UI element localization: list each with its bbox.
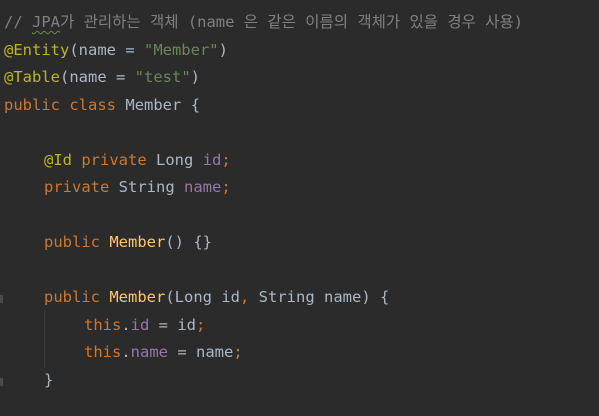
kw-class: class — [69, 96, 117, 114]
assign-semicolon: ; — [196, 316, 206, 334]
table-open: (name = — [60, 68, 135, 86]
code-line-assign-id: this.id = id; — [84, 312, 205, 339]
table-value: "test" — [134, 68, 191, 86]
code-line-name-field: private String name; — [44, 174, 231, 201]
kw-this: this — [84, 316, 122, 334]
table-close: ) — [190, 68, 200, 86]
ctor-param-id: (Long id — [165, 288, 240, 306]
class-open-brace: { — [190, 96, 201, 114]
name-field-name: name — [184, 178, 222, 196]
code-line-assign-name: this.name = name; — [84, 339, 243, 366]
table-annotation: @Table — [4, 68, 60, 86]
indent-guide — [44, 310, 45, 368]
code-editor[interactable]: // JPA가 관리하는 객체 (name 은 같은 이름의 객체가 있을 경우… — [0, 0, 599, 416]
ctor-close-brace: } — [44, 371, 54, 389]
fold-marker[interactable] — [0, 378, 3, 386]
id-annotation: @Id — [44, 151, 72, 169]
dot: . — [121, 316, 131, 334]
ctor-name: Member — [109, 233, 166, 251]
entity-open: (name = — [69, 41, 144, 59]
kw-this: this — [84, 343, 122, 361]
assign-field-name: name — [130, 343, 168, 361]
class-name: Member — [125, 96, 182, 114]
code-line-entity: @Entity(name = "Member") — [4, 37, 228, 64]
assign-semicolon: ; — [233, 343, 243, 361]
ctor-name: Member — [109, 288, 166, 306]
name-type: String — [118, 178, 175, 196]
entity-value: "Member" — [143, 41, 219, 59]
code-line-table: @Table(name = "test") — [4, 64, 200, 91]
entity-annotation: @Entity — [4, 41, 70, 59]
name-semicolon: ; — [221, 178, 231, 196]
kw-public: public — [44, 288, 100, 306]
assign-value-id: = id — [149, 316, 197, 334]
id-type: Long — [156, 151, 194, 169]
fold-marker[interactable] — [0, 295, 3, 303]
id-field-name: id — [202, 151, 222, 169]
comment-jpa: JPA — [32, 13, 60, 31]
code-line-comment: // JPA가 관리하는 객체 (name 은 같은 이름의 객체가 있을 경우… — [4, 9, 523, 36]
kw-private: private — [81, 151, 147, 169]
id-semicolon: ; — [221, 151, 231, 169]
assign-value-name: = name — [168, 343, 234, 361]
code-line-close-ctor: } — [44, 367, 53, 394]
ctor-param-comma: , — [240, 288, 250, 306]
code-line-param-ctor: public Member(Long id, String name) { — [44, 284, 389, 311]
dot: . — [121, 343, 131, 361]
ctor-param-name: String name) { — [249, 288, 390, 306]
ctor-body: () {} — [165, 233, 213, 251]
assign-field-id: id — [130, 316, 150, 334]
code-line-class: public class Member { — [4, 92, 200, 119]
kw-public: public — [4, 96, 60, 114]
comment-slashes: // — [4, 13, 32, 31]
code-line-default-ctor: public Member() {} — [44, 229, 212, 256]
kw-public: public — [44, 233, 100, 251]
comment-text: 가 관리하는 객체 (name 은 같은 이름의 객체가 있을 경우 사용) — [60, 13, 524, 31]
kw-private: private — [44, 178, 110, 196]
code-line-id-field: @Id private Long id; — [44, 147, 231, 174]
entity-close: ) — [218, 41, 228, 59]
